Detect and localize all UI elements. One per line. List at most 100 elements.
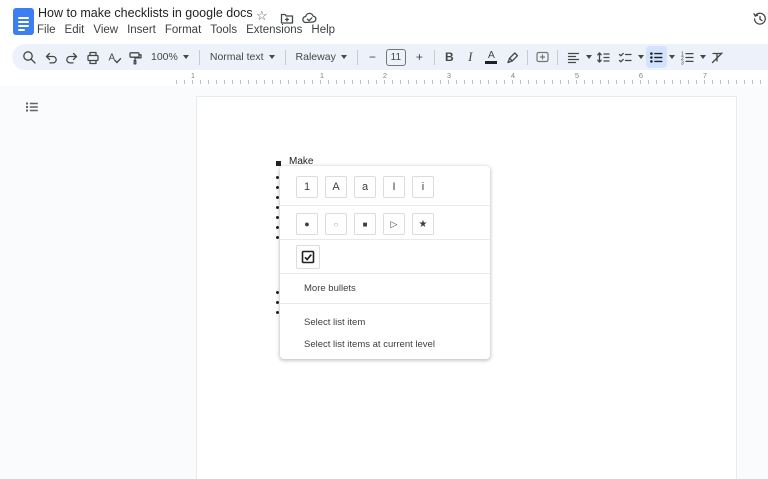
numbering-options-row: 1AaIi: [296, 176, 434, 198]
menubar-item-extensions[interactable]: Extensions: [246, 24, 302, 36]
menubar: File Edit View Insert Format Tools Extensions H…: [37, 22, 344, 38]
document-outline-icon[interactable]: [24, 100, 40, 119]
menubar-item-help[interactable]: Help: [311, 24, 335, 36]
paragraph-style-value: Normal text: [210, 51, 264, 63]
list-bullet-dot: [276, 216, 279, 219]
spellcheck-button[interactable]: A: [103, 46, 124, 68]
list-bullet-dot: [276, 301, 279, 304]
redo-button[interactable]: [61, 46, 82, 68]
search-button[interactable]: [19, 46, 40, 68]
document-title[interactable]: How to make checklists in google docs: [38, 6, 253, 20]
menubar-item-view[interactable]: View: [93, 24, 118, 36]
align-dropdown-arrow[interactable]: [586, 55, 592, 59]
ruler-number: 1: [191, 71, 195, 80]
checkbox-glyph-icon: [301, 250, 315, 264]
bulleted-list-dropdown-arrow[interactable]: [669, 55, 675, 59]
list-bullet-dot: [276, 311, 279, 314]
menu-item-select-list-items-at-current-level[interactable]: Select list items at current level: [280, 334, 490, 354]
print-button[interactable]: [82, 46, 103, 68]
font-value: Raleway: [296, 51, 336, 63]
google-docs-app: How to make checklists in google docs ☆ …: [0, 0, 768, 479]
ruler-number: 5: [575, 71, 579, 80]
numbered-list-button[interactable]: 123: [677, 46, 698, 68]
menubar-item-file[interactable]: File: [37, 24, 56, 36]
bullet-option-3[interactable]: ■: [354, 213, 376, 235]
list-bullet-dot: [276, 236, 279, 239]
svg-text:A: A: [108, 52, 115, 63]
zoom-select[interactable]: 100%: [145, 51, 195, 63]
numbering-option-3[interactable]: a: [354, 176, 376, 198]
numbering-option-4[interactable]: I: [383, 176, 405, 198]
toolbar: A 100% Normal text Raleway − 11 + B I A: [12, 44, 768, 70]
list-item-marker: [276, 161, 281, 166]
toolbar-divider: [285, 50, 286, 65]
toolbar-divider: [557, 50, 558, 65]
bullet-option-1[interactable]: ●: [296, 213, 318, 235]
numbering-option-2[interactable]: A: [325, 176, 347, 198]
decrease-font-size-button[interactable]: −: [362, 46, 383, 68]
bold-button[interactable]: B: [439, 46, 460, 68]
ruler-number: 2: [383, 71, 387, 80]
chevron-down-icon: [269, 55, 275, 59]
bullet-option-5[interactable]: ★: [412, 213, 434, 235]
ruler-number: 3: [447, 71, 451, 80]
font-select[interactable]: Raleway: [290, 51, 353, 63]
clear-formatting-button[interactable]: [707, 46, 728, 68]
google-docs-logo-icon[interactable]: [13, 8, 34, 35]
menubar-item-format[interactable]: Format: [165, 24, 201, 36]
list-bullet-dot: [276, 186, 279, 189]
list-bullet-dot: [276, 176, 279, 179]
list-bullet-dot: [276, 291, 279, 294]
bullet-option-2[interactable]: ○: [325, 213, 347, 235]
menu-item-select-list-item[interactable]: Select list item: [280, 312, 490, 332]
font-size-input[interactable]: 11: [386, 49, 406, 66]
list-bullet-dot: [276, 196, 279, 199]
chevron-down-icon: [341, 55, 347, 59]
toolbar-divider: [527, 50, 528, 65]
ruler-number: 1: [320, 71, 324, 80]
paragraph-style-select[interactable]: Normal text: [204, 51, 281, 63]
menubar-item-edit[interactable]: Edit: [65, 24, 85, 36]
star-icon[interactable]: ☆: [256, 9, 268, 22]
checklist-button[interactable]: [615, 46, 636, 68]
numbering-option-1[interactable]: 1: [296, 176, 318, 198]
menu-item-more-bullets[interactable]: More bullets: [280, 274, 490, 303]
increase-font-size-button[interactable]: +: [409, 46, 430, 68]
align-left-button[interactable]: [563, 46, 584, 68]
zoom-value: 100%: [151, 51, 178, 63]
svg-text:3: 3: [681, 60, 684, 64]
bullet-options-row: ● ○ ■ ▷ ★: [296, 213, 434, 235]
checklist-option[interactable]: [296, 245, 320, 269]
ruler-number: 6: [639, 71, 643, 80]
menubar-item-tools[interactable]: Tools: [210, 24, 237, 36]
highlight-color-button[interactable]: [502, 46, 523, 68]
italic-button[interactable]: I: [460, 46, 481, 68]
ruler-number: 4: [511, 71, 515, 80]
menu-divider: [280, 205, 490, 206]
text-color-button[interactable]: A: [481, 46, 502, 68]
numbering-option-5[interactable]: i: [412, 176, 434, 198]
ruler: 1 1 2 3 4 5 6 7: [0, 70, 768, 86]
toolbar-divider: [199, 50, 200, 65]
insert-comment-button[interactable]: [532, 46, 553, 68]
version-history-icon[interactable]: [752, 11, 768, 32]
undo-button[interactable]: [40, 46, 61, 68]
line-spacing-button[interactable]: [593, 46, 614, 68]
text-color-bar: [485, 61, 497, 64]
bullet-list-menu: 1AaIi ● ○ ■ ▷ ★ More bullets Select list ite…: [280, 166, 490, 359]
chevron-down-icon: [183, 55, 189, 59]
list-bullet-dot: [276, 206, 279, 209]
bullet-option-4[interactable]: ▷: [383, 213, 405, 235]
checklist-dropdown-arrow[interactable]: [638, 55, 644, 59]
toolbar-divider: [434, 50, 435, 65]
paint-format-icon[interactable]: [124, 46, 145, 68]
menu-divider: [280, 239, 490, 240]
menu-divider: [280, 303, 490, 304]
ruler-ticks: [176, 80, 762, 84]
menubar-item-insert[interactable]: Insert: [127, 24, 156, 36]
toolbar-divider: [357, 50, 358, 65]
numbered-list-dropdown-arrow[interactable]: [700, 55, 706, 59]
bulleted-list-button[interactable]: [646, 46, 667, 68]
list-bullet-dot: [276, 226, 279, 229]
ruler-number: 7: [703, 71, 707, 80]
